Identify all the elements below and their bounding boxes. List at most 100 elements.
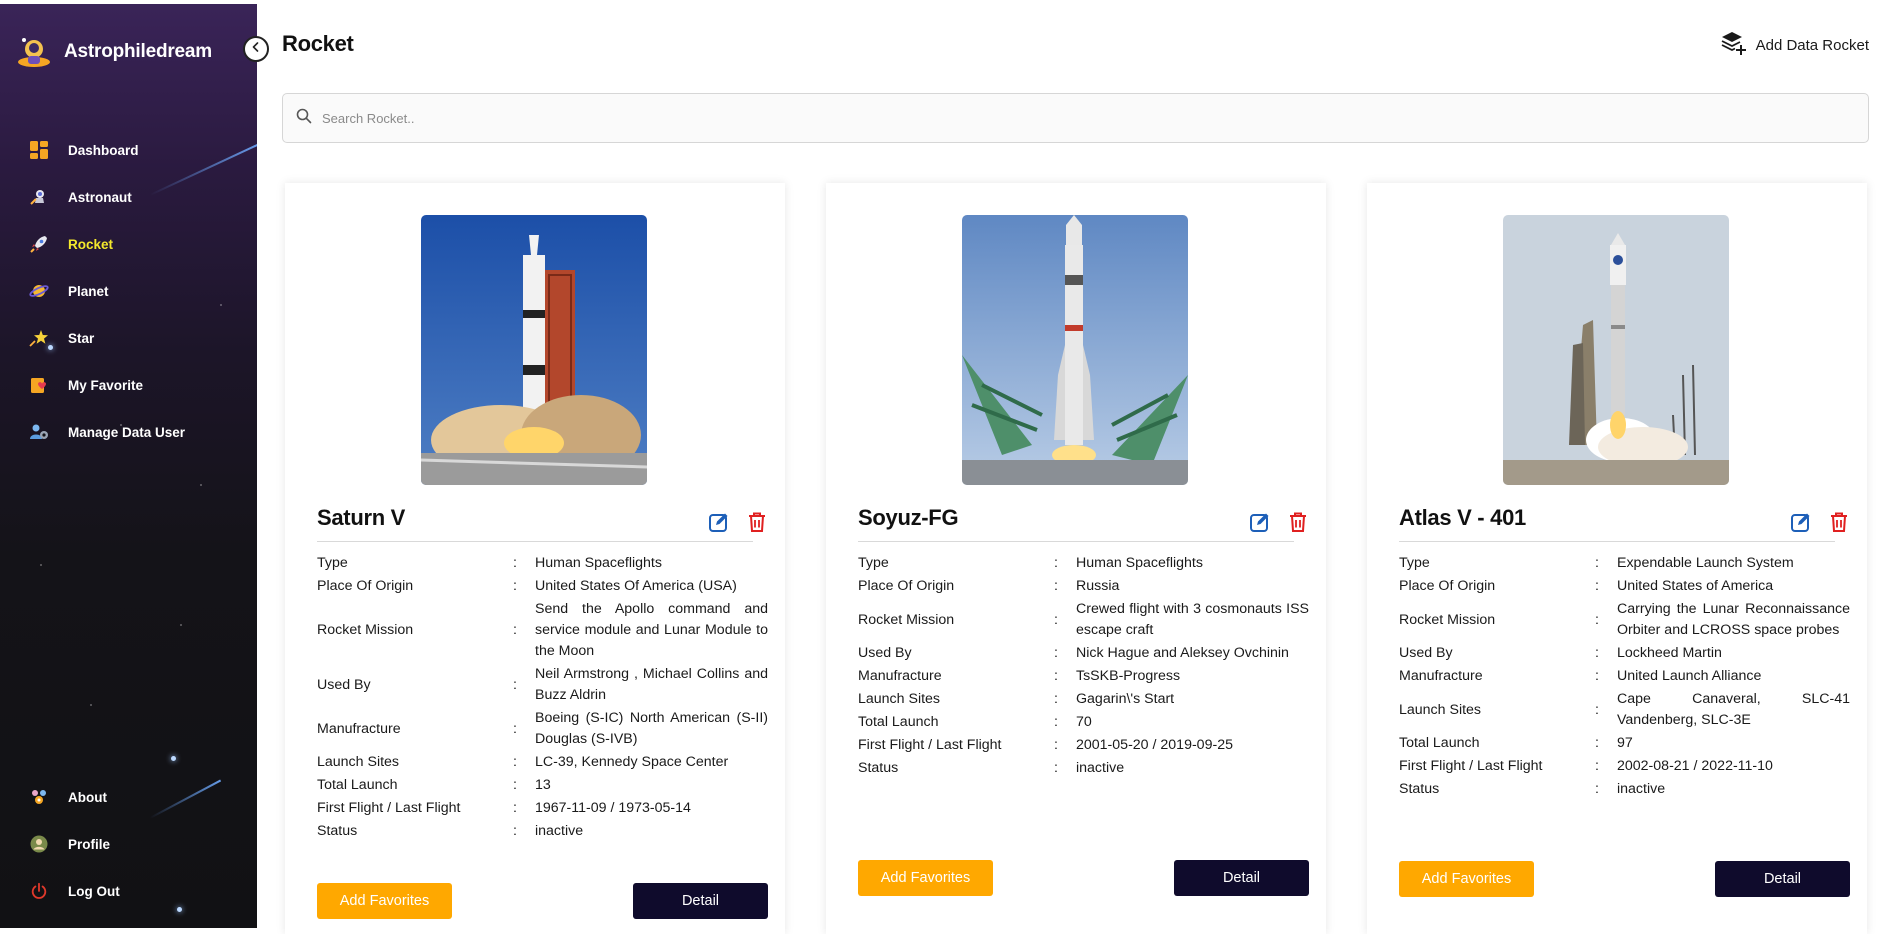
add-data-rocket-button[interactable]: Add Data Rocket	[1721, 30, 1869, 61]
info-value: United Launch Alliance	[1617, 668, 1762, 684]
sidebar-item-astronaut[interactable]: Astronaut	[28, 185, 132, 209]
sidebar-item-planet[interactable]: Planet	[28, 279, 109, 303]
info-value: United States of America	[1617, 578, 1774, 594]
info-value: 2002-08-21 / 2022-11-10	[1617, 758, 1773, 774]
info-label: Launch Sites	[317, 754, 400, 770]
info-value: LC-39, Kennedy Space Center	[535, 754, 729, 770]
info-label: Total Launch	[1399, 735, 1480, 751]
info-row-manufacture: Manufracture: TsSKB-Progress	[858, 666, 1309, 687]
info-label: First Flight / Last Flight	[317, 800, 461, 816]
add-stack-icon	[1721, 30, 1747, 61]
info-value: 2001-05-20 / 2019-09-25	[1076, 737, 1233, 753]
sidebar-item-label: Star	[68, 330, 95, 346]
info-row-manufacture: Manufracture: United Launch Alliance	[1399, 666, 1850, 687]
sidebar-item-profile[interactable]: Profile	[28, 832, 110, 856]
delete-icon[interactable]	[1288, 511, 1308, 533]
info-row-used-by: Used By: Neil Armstrong , Michael Collins…	[317, 664, 768, 706]
info-label: First Flight / Last Flight	[858, 737, 1002, 753]
add-favorites-button[interactable]: Add Favorites	[1399, 861, 1534, 897]
info-separator: :	[1054, 668, 1058, 684]
sidebar-item-manage-data-user[interactable]: Manage Data User	[28, 420, 185, 444]
info-value: Lockheed Martin	[1617, 645, 1722, 661]
sidebar: Astrophiledream Dashboard Astronaut Rock…	[0, 4, 257, 928]
info-row-type: Type: Human Spaceflights	[317, 553, 768, 574]
sidebar-item-label: Rocket	[68, 236, 114, 252]
info-separator: :	[513, 800, 517, 816]
info-row-launch-sites: Launch Sites: LC-39, Kennedy Space Center	[317, 752, 768, 773]
about-icon	[28, 786, 50, 808]
info-label: Status	[317, 823, 358, 839]
info-separator: :	[1595, 781, 1599, 797]
delete-icon[interactable]	[1829, 511, 1849, 533]
add-favorites-button[interactable]: Add Favorites	[317, 883, 452, 919]
sidebar-item-log-out[interactable]: Log Out	[28, 879, 120, 903]
search-input[interactable]	[322, 110, 1822, 126]
info-separator: :	[513, 720, 517, 737]
info-label: Manufracture	[858, 668, 942, 684]
info-row-used-by: Used By: Nick Hague and Aleksey Ovchinin	[858, 643, 1309, 664]
detail-button[interactable]: Detail	[1174, 860, 1309, 896]
sidebar-item-dashboard[interactable]: Dashboard	[28, 138, 139, 162]
info-row-manufacture: Manufracture: Boeing (S-IC) North America…	[317, 708, 768, 750]
info-row-mission: Rocket Mission: Send the Apollo command a…	[317, 599, 768, 662]
rocket-info-list: Type: Human Spaceflights Place Of Origin:…	[858, 553, 1309, 781]
decor-star	[40, 564, 42, 566]
info-separator: :	[1054, 645, 1058, 661]
info-separator: :	[1054, 691, 1058, 707]
rocket-photo-atlas-v-401	[1503, 215, 1729, 485]
astronaut-icon	[28, 186, 50, 208]
sidebar-item-star[interactable]: Star	[28, 326, 94, 350]
info-separator: :	[1595, 611, 1599, 628]
info-value: Send the Apollo command and service modu…	[535, 601, 768, 659]
sidebar-collapse-button[interactable]	[243, 36, 269, 62]
planet-icon	[28, 280, 50, 302]
info-value: Crewed flight with 3 cosmonauts ISS esca…	[1076, 601, 1309, 638]
rocket-info-list: Type: Expendable Launch System Place Of O…	[1399, 553, 1850, 802]
decor-star-dot	[177, 907, 182, 912]
info-label: First Flight / Last Flight	[1399, 758, 1543, 774]
delete-icon[interactable]	[747, 511, 767, 533]
info-separator: :	[1595, 645, 1599, 661]
info-row-total-launch: Total Launch: 97	[1399, 733, 1850, 754]
edit-icon[interactable]	[1249, 511, 1271, 533]
sidebar-item-label: Planet	[68, 283, 109, 299]
manage-users-icon	[28, 421, 50, 443]
rocket-info-list: Type: Human Spaceflights Place Of Origin:…	[317, 553, 768, 844]
edit-icon[interactable]	[1790, 511, 1812, 533]
sidebar-item-label: Log Out	[68, 883, 120, 899]
detail-button[interactable]: Detail	[1715, 861, 1850, 897]
info-value: Cape Canaveral, SLC-41 Vandenberg, SLC-3…	[1617, 691, 1850, 728]
info-label: Total Launch	[317, 777, 398, 793]
detail-button[interactable]: Detail	[633, 883, 768, 919]
decor-star	[220, 304, 222, 306]
info-value: Expendable Launch System	[1617, 555, 1794, 571]
info-value: United States Of America (USA)	[535, 578, 737, 594]
divider	[317, 541, 753, 542]
info-label: Total Launch	[858, 714, 939, 730]
sidebar-item-rocket[interactable]: Rocket	[28, 232, 113, 256]
info-separator: :	[1595, 758, 1599, 774]
sidebar-item-my-favorite[interactable]: My Favorite	[28, 373, 143, 397]
info-row-origin: Place Of Origin: Russia	[858, 576, 1309, 597]
dashboard-icon	[28, 139, 50, 161]
info-separator: :	[1595, 668, 1599, 684]
edit-icon[interactable]	[708, 511, 730, 533]
info-value: inactive	[1617, 781, 1666, 797]
info-label: Used By	[858, 645, 912, 661]
rocket-photo-soyuz-fg	[962, 215, 1188, 485]
add-favorites-button[interactable]: Add Favorites	[858, 860, 993, 896]
decor-streak	[149, 143, 257, 196]
info-label: Rocket Mission	[858, 611, 955, 628]
info-label: Place Of Origin	[317, 578, 414, 594]
sidebar-item-about[interactable]: About	[28, 785, 107, 809]
info-separator: :	[513, 622, 517, 638]
brand[interactable]: Astrophiledream	[16, 34, 212, 70]
info-row-launch-sites: Launch Sites: Cape Canaveral, SLC-41 Vand…	[1399, 689, 1850, 731]
info-label: Manufracture	[317, 720, 401, 737]
info-row-total-launch: Total Launch: 13	[317, 775, 768, 796]
star-icon	[28, 327, 50, 349]
info-row-origin: Place Of Origin: United States Of America…	[317, 576, 768, 597]
info-label: Manufracture	[1399, 668, 1483, 684]
sidebar-item-label: Profile	[68, 836, 111, 852]
info-value: Boeing (S-IC) North American (S-II) Doug…	[535, 710, 768, 747]
